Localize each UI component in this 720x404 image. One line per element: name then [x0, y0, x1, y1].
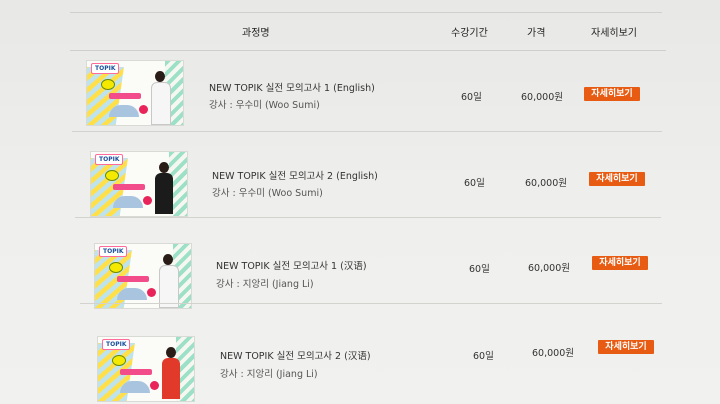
course-thumbnail[interactable]: TOPIK	[90, 151, 188, 217]
detail-button[interactable]: 자세히보기	[592, 256, 648, 270]
play-icon	[147, 288, 156, 297]
divider	[75, 217, 661, 218]
detail-button[interactable]: 자세히보기	[598, 340, 654, 354]
course-teacher: 강사 : 지앙리 (Jiang Li)	[220, 369, 318, 380]
course-title[interactable]: NEW TOPIK 실전 모의고사 1 (English)	[209, 80, 375, 94]
course-period: 60일	[473, 351, 494, 362]
course-title[interactable]: NEW TOPIK 실전 모의고사 2 (English)	[212, 168, 378, 182]
course-thumbnail[interactable]: TOPIK	[97, 336, 195, 402]
course-teacher: 강사 : 지앙리 (Jiang Li)	[216, 279, 314, 290]
divider	[70, 12, 662, 13]
course-list-page: 과정명 수강기간 가격 자세히보기 TOPIK NEW TOPIK 실전 모의고…	[0, 0, 720, 404]
course-teacher: 강사 : 우수미 (Woo Sumi)	[212, 188, 323, 199]
course-price: 60,000원	[521, 92, 563, 103]
course-thumbnail[interactable]: TOPIK	[94, 243, 192, 309]
course-teacher: 강사 : 우수미 (Woo Sumi)	[209, 100, 320, 111]
instructor-image	[155, 162, 173, 214]
table-row: TOPIK NEW TOPIK 실전 모의고사 1 (English) 강사 :…	[72, 52, 662, 132]
instructor-image	[162, 347, 180, 399]
table-row: TOPIK NEW TOPIK 실전 모의고사 1 (汉语) 강사 : 지앙리 …	[80, 220, 662, 309]
course-thumbnail[interactable]: TOPIK	[86, 60, 184, 126]
detail-button[interactable]: 자세히보기	[584, 87, 640, 101]
table-row: TOPIK NEW TOPIK 실전 모의고사 2 (English) 강사 :…	[75, 136, 661, 218]
play-icon	[143, 196, 152, 205]
table-row: TOPIK NEW TOPIK 실전 모의고사 2 (汉语) 강사 : 지앙리 …	[84, 304, 664, 402]
course-price: 60,000원	[528, 263, 570, 274]
table-header: 과정명 수강기간 가격 자세히보기	[70, 14, 666, 52]
header-period: 수강기간	[451, 28, 488, 39]
header-detail: 자세히보기	[591, 28, 637, 39]
course-price: 60,000원	[525, 178, 567, 189]
detail-button[interactable]: 자세히보기	[589, 172, 645, 186]
course-period: 60일	[464, 178, 485, 189]
instructor-image	[159, 254, 179, 308]
instructor-image	[151, 71, 171, 125]
header-price: 가격	[527, 28, 546, 39]
topik-logo: TOPIK	[91, 63, 120, 74]
play-icon	[139, 105, 148, 114]
divider	[72, 131, 662, 132]
play-icon	[150, 381, 159, 390]
course-period: 60일	[469, 264, 490, 275]
course-title[interactable]: NEW TOPIK 실전 모의고사 1 (汉语)	[216, 258, 367, 272]
divider	[70, 50, 666, 51]
course-period: 60일	[461, 92, 482, 103]
topik-logo: TOPIK	[99, 246, 128, 257]
header-course: 과정명	[242, 28, 270, 39]
course-title[interactable]: NEW TOPIK 실전 모의고사 2 (汉语)	[220, 348, 371, 362]
topik-logo: TOPIK	[95, 154, 124, 165]
course-price: 60,000원	[532, 348, 574, 359]
topik-logo: TOPIK	[102, 339, 131, 350]
